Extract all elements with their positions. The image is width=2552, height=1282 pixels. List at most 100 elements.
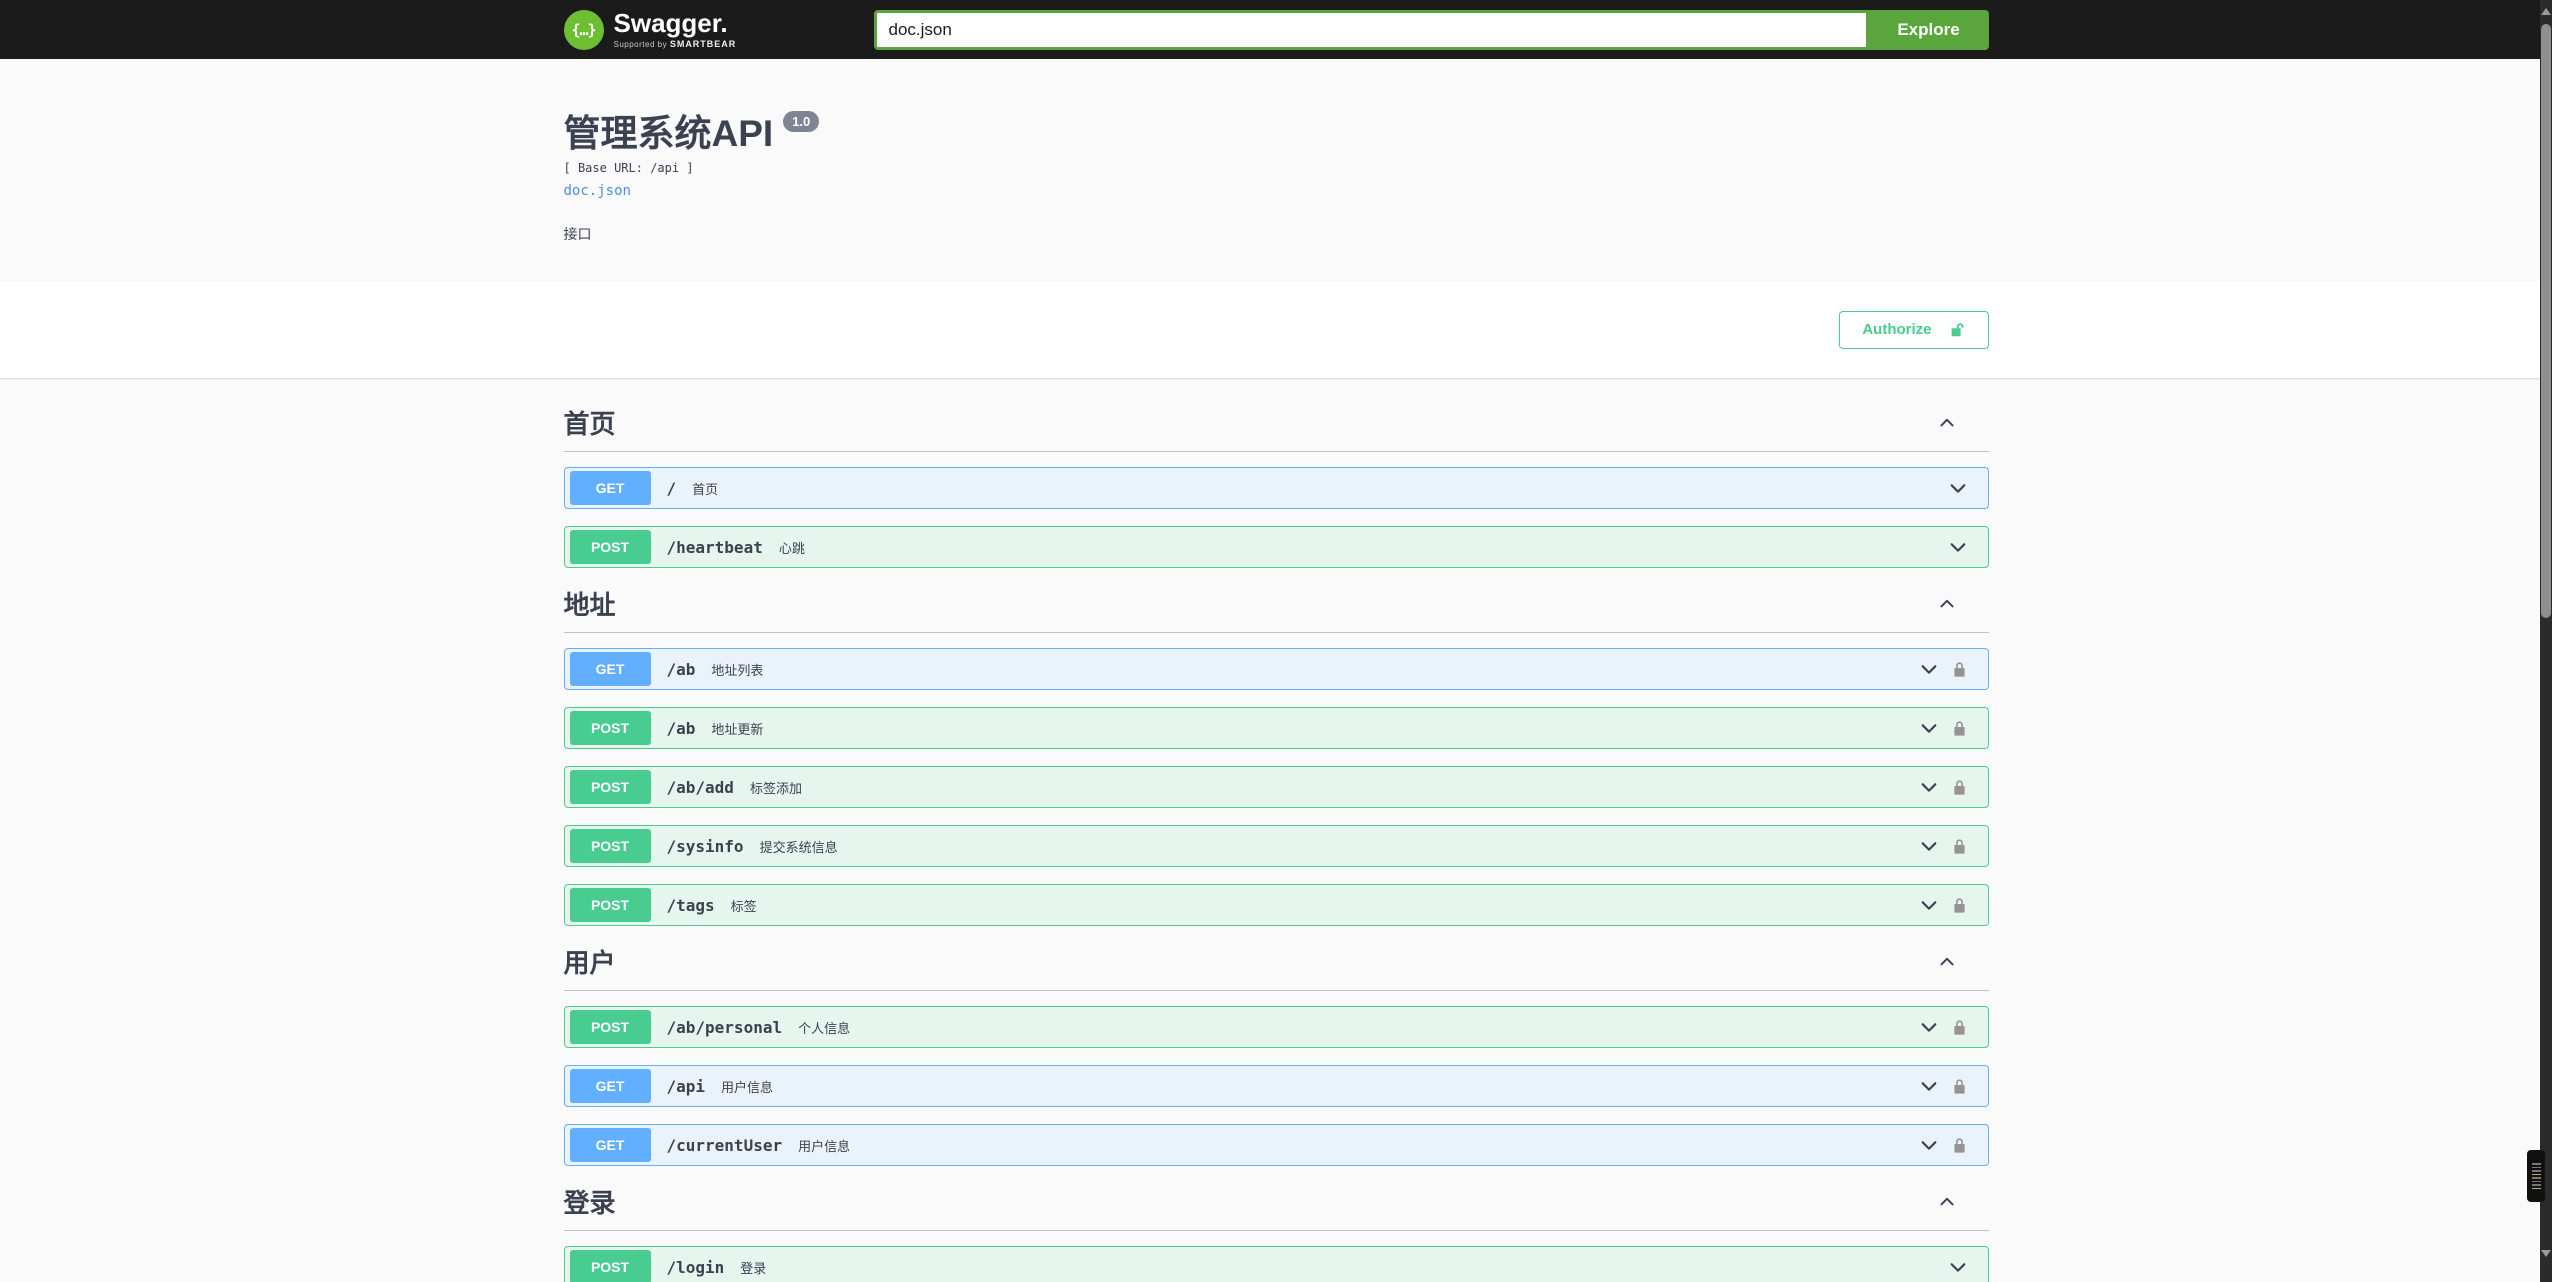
authorize-button[interactable]: Authorize <box>1839 310 1989 349</box>
chevron-down-icon[interactable] <box>1949 538 1967 556</box>
operation-summary: 个人信息 <box>798 1020 851 1036</box>
chevron-up-icon[interactable] <box>1939 1194 1955 1210</box>
scrollbar-up-arrow[interactable] <box>2541 8 2551 15</box>
method-badge: POST <box>569 711 651 745</box>
lock-icon[interactable] <box>1952 1019 1967 1036</box>
operation-row[interactable]: GET /currentUser 用户信息 <box>563 1124 1989 1166</box>
operation-summary: 提交系统信息 <box>759 839 838 855</box>
operation-summary: 标签 <box>730 898 757 914</box>
explore-button[interactable]: Explore <box>1868 9 1989 50</box>
operation-path: /ab/personal <box>666 1017 783 1037</box>
page-title: 管理系统API 1.0 <box>564 111 1989 152</box>
tag-section-2: 地址 GET /ab 地址列表 POST /ab 地址更新 POST /ab/a… <box>563 585 1989 926</box>
method-badge: GET <box>569 1128 651 1162</box>
method-badge: POST <box>569 829 651 863</box>
chevron-down-icon[interactable] <box>1920 1018 1938 1036</box>
lock-icon[interactable] <box>1952 720 1967 737</box>
swagger-tagline: Supported by SMARTBEAR <box>613 39 737 49</box>
tag-name: 首页 <box>563 409 616 439</box>
method-badge: POST <box>569 1010 651 1044</box>
tag-section-4: 登录 POST /login 登录 POST /login/captcha 登录… <box>563 1183 1989 1282</box>
chevron-up-icon[interactable] <box>1939 415 1955 431</box>
scrollbar-thumb[interactable] <box>2541 24 2551 618</box>
operation-row[interactable]: GET /api 用户信息 <box>563 1065 1989 1107</box>
spec-url-input[interactable] <box>873 9 1869 50</box>
operation-path: /currentUser <box>666 1135 783 1155</box>
operation-path: /api <box>666 1076 706 1096</box>
operation-summary: 标签添加 <box>749 780 802 796</box>
tag-header[interactable]: 登录 <box>563 1183 1989 1231</box>
operation-path: /ab <box>666 718 696 738</box>
operation-path: /sysinfo <box>666 836 744 856</box>
swagger-logo-text: Swagger. <box>613 8 728 38</box>
operation-summary: 首页 <box>692 481 719 497</box>
lock-icon[interactable] <box>1952 897 1967 914</box>
operation-summary: 地址更新 <box>711 721 764 737</box>
method-badge: POST <box>569 888 651 922</box>
lock-icon[interactable] <box>1952 838 1967 855</box>
operation-summary: 心跳 <box>778 540 805 556</box>
unlock-icon <box>1951 322 1963 336</box>
swagger-logo-icon: {…} <box>563 9 604 50</box>
operation-summary: 地址列表 <box>711 662 764 678</box>
operation-row[interactable]: POST /sysinfo 提交系统信息 <box>563 825 1989 867</box>
scheme-container: Authorize <box>0 281 2552 378</box>
operation-row[interactable]: POST /ab/add 标签添加 <box>563 766 1989 808</box>
method-badge: POST <box>569 770 651 804</box>
operation-path: /heartbeat <box>666 537 763 557</box>
version-badge: 1.0 <box>783 111 820 132</box>
info-section: 管理系统API 1.0 [ Base URL: /api ] doc.json … <box>0 59 2552 281</box>
operation-path: /login <box>666 1257 725 1277</box>
chevron-down-icon[interactable] <box>1949 479 1967 497</box>
scroll-minimap-widget <box>2527 1150 2545 1202</box>
operation-row[interactable]: POST /login 登录 <box>563 1246 1989 1282</box>
lock-icon[interactable] <box>1952 1078 1967 1095</box>
scrollbar-down-arrow[interactable] <box>2541 1250 2551 1257</box>
method-badge: GET <box>569 1069 651 1103</box>
tag-name: 地址 <box>563 590 616 620</box>
spec-url-form: Explore <box>873 9 1989 50</box>
spec-link[interactable]: doc.json <box>564 183 631 199</box>
chevron-down-icon[interactable] <box>1920 719 1938 737</box>
chevron-down-icon[interactable] <box>1920 837 1938 855</box>
operation-path: / <box>666 478 677 498</box>
operation-row[interactable]: POST /heartbeat 心跳 <box>563 526 1989 568</box>
chevron-down-icon[interactable] <box>1920 778 1938 796</box>
chevron-up-icon[interactable] <box>1939 596 1955 612</box>
topbar: {…} Swagger. Supported by SMARTBEAR Expl… <box>0 0 2552 59</box>
method-badge: GET <box>569 471 651 505</box>
operation-row[interactable]: POST /ab 地址更新 <box>563 707 1989 749</box>
page-scrollbar[interactable] <box>2540 0 2552 1282</box>
tag-name: 用户 <box>563 948 616 978</box>
method-badge: POST <box>569 1250 651 1282</box>
chevron-down-icon[interactable] <box>1920 660 1938 678</box>
chevron-down-icon[interactable] <box>1920 1136 1938 1154</box>
tag-section-1: 首页 GET / 首页 POST /heartbeat 心跳 <box>563 404 1989 568</box>
operations-list: 首页 GET / 首页 POST /heartbeat 心跳 地址 GET /a… <box>563 378 1989 1282</box>
lock-icon[interactable] <box>1952 1137 1967 1154</box>
api-description: 接口 <box>563 226 592 242</box>
swagger-logo: {…} Swagger. Supported by SMARTBEAR <box>563 8 737 50</box>
operation-summary: 用户信息 <box>721 1079 774 1095</box>
operation-summary: 用户信息 <box>798 1138 851 1154</box>
operation-row[interactable]: GET /ab 地址列表 <box>563 648 1989 690</box>
base-url: [ Base URL: /api ] <box>563 161 694 175</box>
tag-name: 登录 <box>563 1188 616 1218</box>
operation-row[interactable]: POST /ab/personal 个人信息 <box>563 1006 1989 1048</box>
operation-path: /ab <box>666 659 696 679</box>
tag-header[interactable]: 首页 <box>563 404 1989 452</box>
operation-path: /tags <box>666 895 715 915</box>
chevron-down-icon[interactable] <box>1949 1258 1967 1276</box>
method-badge: POST <box>569 530 651 564</box>
tag-section-3: 用户 POST /ab/personal 个人信息 GET /api 用户信息 <box>563 943 1989 1166</box>
operation-row[interactable]: GET / 首页 <box>563 467 1989 509</box>
operation-path: /ab/add <box>666 777 734 797</box>
chevron-down-icon[interactable] <box>1920 1077 1938 1095</box>
operation-row[interactable]: POST /tags 标签 <box>563 884 1989 926</box>
tag-header[interactable]: 地址 <box>563 585 1989 633</box>
chevron-up-icon[interactable] <box>1939 954 1955 970</box>
lock-icon[interactable] <box>1952 661 1967 678</box>
tag-header[interactable]: 用户 <box>563 943 1989 991</box>
lock-icon[interactable] <box>1952 779 1967 796</box>
chevron-down-icon[interactable] <box>1920 896 1938 914</box>
